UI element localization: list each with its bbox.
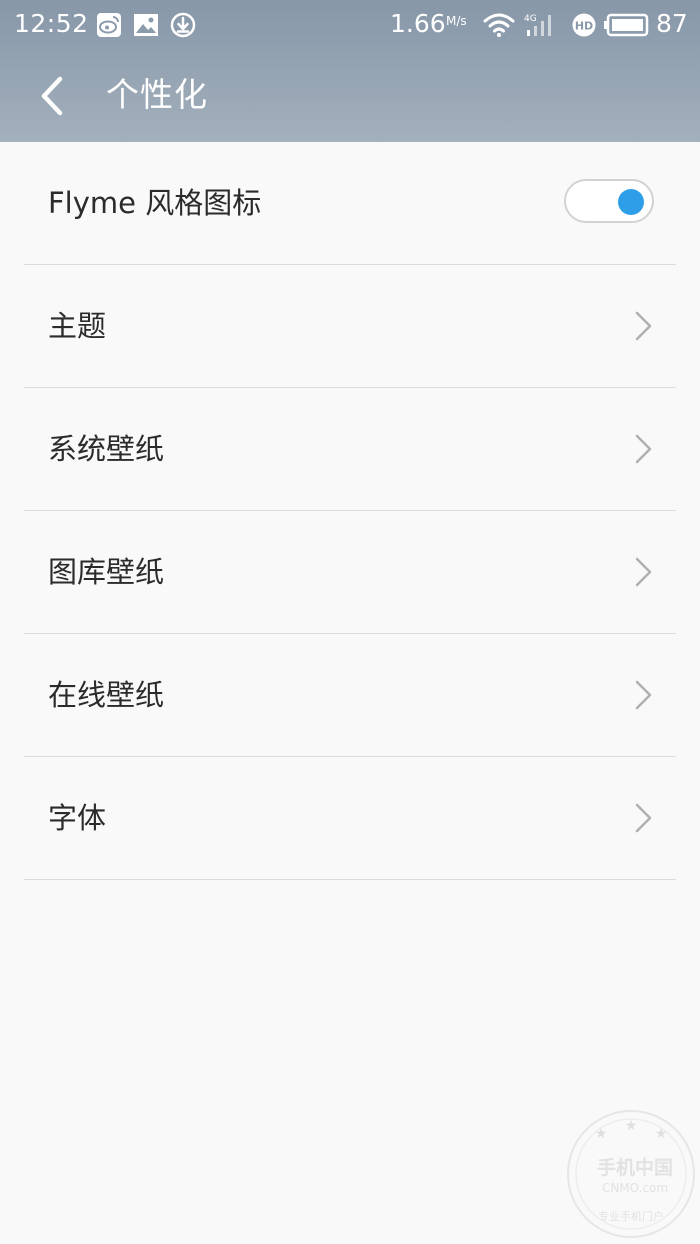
setting-item-system-wallpaper[interactable]: 系统壁纸 [24,388,676,511]
svg-text:★: ★ [655,1126,668,1142]
svg-text:★: ★ [595,1126,608,1142]
chevron-right-icon [635,557,652,587]
cnmo-watermark-logo: ★ ★ ★ 手机中国 CNMO.com 专业手机门户 [567,1110,695,1238]
status-bar: 12:52 1.66 M/s 4G HD 87 [0,0,700,50]
setting-item-theme[interactable]: 主题 [24,265,676,388]
setting-item-label: 在线壁纸 [48,678,165,712]
wifi-icon [483,13,515,37]
network-speed: 1.66 [390,9,446,38]
chevron-right-icon [635,434,652,464]
setting-item-gallery-wallpaper[interactable]: 图库壁纸 [24,511,676,634]
hd-icon: HD [572,13,596,37]
svg-text:HD: HD [575,20,593,33]
flyme-icons-toggle[interactable] [564,179,654,223]
setting-flyme-icons: Flyme 风格图标 [24,142,676,265]
setting-item-online-wallpaper[interactable]: 在线壁纸 [24,634,676,757]
battery-icon [604,13,649,37]
chevron-right-icon [635,803,652,833]
setting-item-font[interactable]: 字体 [24,757,676,880]
svg-text:★: ★ [625,1118,638,1134]
back-arrow-icon [41,76,63,116]
download-icon [170,12,196,38]
setting-item-label: 主题 [48,309,107,343]
back-button[interactable] [24,68,80,124]
network-speed-unit: M/s [446,14,467,28]
setting-item-label: 图库壁纸 [48,555,165,589]
battery-level: 87 [656,9,688,38]
header-background: 12:52 1.66 M/s 4G HD 87 个性化 [0,0,700,142]
signal-4g-icon: 4G [524,14,551,36]
chevron-right-icon [635,311,652,341]
image-icon [134,14,158,36]
svg-text:手机中国: 手机中国 [597,1156,673,1179]
title-bar: 个性化 [0,50,700,142]
svg-text:CNMO.com: CNMO.com [602,1181,668,1195]
flyme-icons-label: Flyme 风格图标 [48,186,262,220]
setting-item-label: 字体 [48,801,107,835]
svg-text:4G: 4G [524,14,537,24]
weibo-icon [97,13,121,37]
svg-text:专业手机门户: 专业手机门户 [598,1209,664,1223]
toggle-knob [618,189,644,215]
settings-list: Flyme 风格图标 主题 系统壁纸 图库壁纸 在线壁纸 字体 [24,142,676,880]
status-time: 12:52 [14,9,89,38]
chevron-right-icon [635,680,652,710]
page-title: 个性化 [106,75,208,114]
settings-screen: 12:52 1.66 M/s 4G HD 87 个性化 Flyme 风格图标 主… [0,0,700,1244]
setting-item-label: 系统壁纸 [48,432,165,466]
